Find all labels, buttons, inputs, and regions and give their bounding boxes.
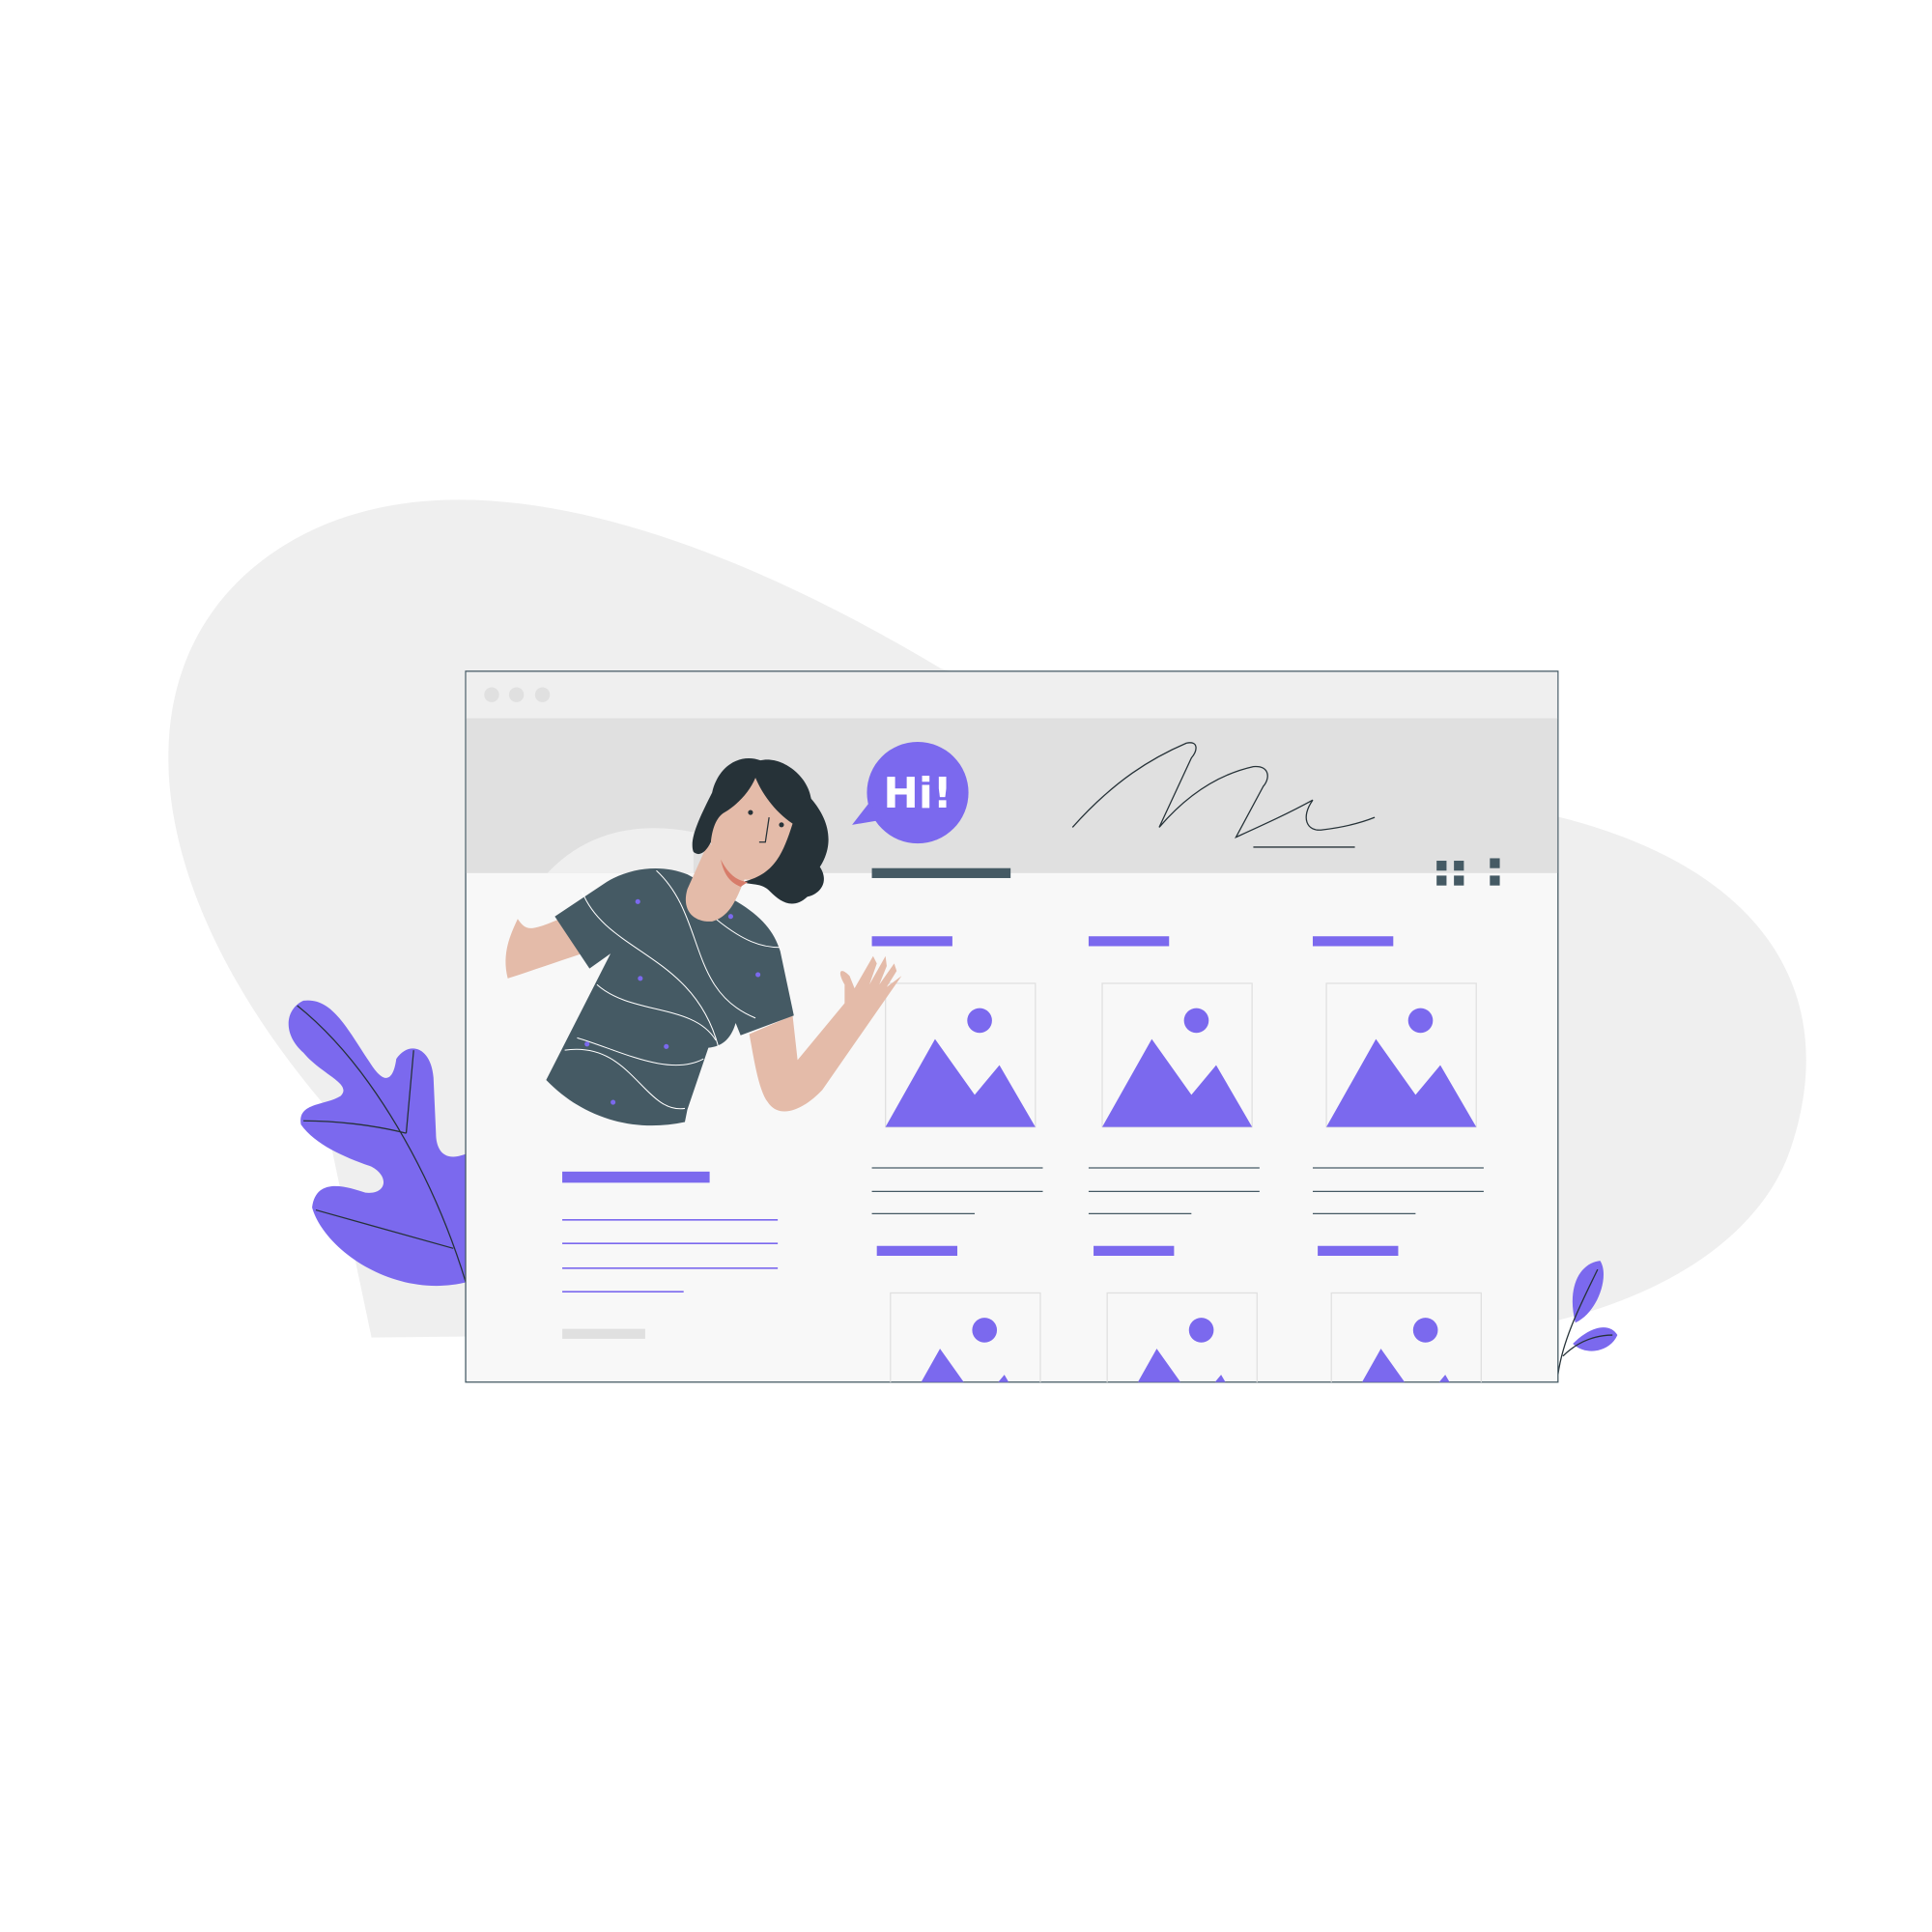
card-title-bar	[1088, 936, 1170, 947]
sidebar-button-placeholder[interactable]	[562, 1328, 645, 1339]
illustration: Hi!	[168, 499, 1806, 1383]
window-dot[interactable]	[484, 687, 499, 702]
window-dot[interactable]	[534, 687, 551, 702]
speech-bubble-text: Hi!	[883, 770, 952, 818]
card-title-bar	[1312, 936, 1394, 947]
card-title-bar	[1094, 1245, 1175, 1256]
card-title-bar	[1318, 1245, 1399, 1256]
card-title-bar	[876, 1245, 958, 1256]
window-dot[interactable]	[508, 687, 525, 702]
header-underline	[871, 867, 1011, 878]
window-title-bar	[466, 671, 1558, 720]
sidebar-heading-bar	[562, 1171, 710, 1183]
card-title-bar	[871, 936, 952, 947]
